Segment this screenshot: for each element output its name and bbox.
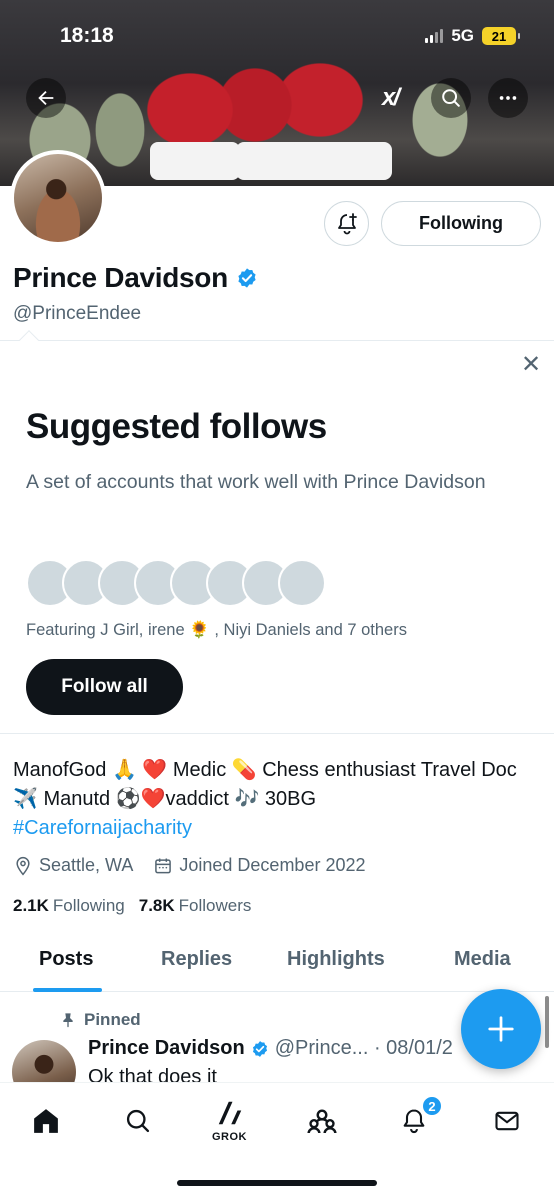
home-indicator: [177, 1180, 377, 1186]
active-tab-indicator: [33, 988, 102, 992]
follow-counts: 2.1K Following 7.8K Followers: [13, 896, 251, 916]
suggested-title: Suggested follows: [26, 407, 327, 446]
tab-replies[interactable]: Replies: [161, 948, 232, 971]
signal-icon: [425, 29, 444, 43]
post-author[interactable]: Prince Davidson: [88, 1037, 245, 1060]
following-count: 2.1K: [13, 896, 49, 915]
joined-item: Joined December 2022: [153, 855, 366, 876]
follow-all-button[interactable]: Follow all: [26, 659, 183, 715]
nav-messages[interactable]: [487, 1101, 527, 1141]
tab-posts[interactable]: Posts: [39, 948, 93, 971]
battery-icon: 21: [482, 27, 520, 45]
followers-label: Followers: [178, 896, 252, 915]
verified-badge-icon: [252, 1040, 267, 1057]
profile-name-row: Prince Davidson: [13, 262, 258, 294]
mail-icon: [495, 1111, 519, 1131]
banner-detail: [292, 142, 392, 180]
home-icon: [34, 1109, 58, 1133]
compose-post-button[interactable]: [461, 989, 541, 1069]
nav-communities[interactable]: [302, 1101, 342, 1141]
pinned-label-row: Pinned: [60, 1010, 141, 1030]
featuring-text: Featuring J Girl, irene 🌻 , Niyi Daniels…: [26, 621, 407, 639]
search-icon: [442, 89, 460, 107]
location-item: Seattle, WA: [13, 855, 133, 876]
post-handle-date: @Prince... · 08/01/2: [274, 1037, 453, 1059]
profile-avatar[interactable]: [10, 150, 106, 246]
following-count-link[interactable]: 2.1K Following: [13, 896, 125, 916]
nav-search[interactable]: [118, 1101, 158, 1141]
followers-count-link[interactable]: 7.8K Followers: [139, 896, 252, 916]
search-icon: [126, 1109, 150, 1133]
close-icon[interactable]: ✕: [518, 351, 544, 378]
post-header: Prince Davidson @Prince... · 08/01/2: [88, 1037, 488, 1060]
profile-name: Prince Davidson: [13, 262, 228, 293]
bell-plus-icon: [337, 212, 357, 234]
more-button[interactable]: [488, 78, 528, 118]
battery-level: 21: [491, 28, 507, 44]
joined-text: Joined December 2022: [179, 855, 366, 875]
followers-count: 7.8K: [138, 896, 175, 915]
notifications-toggle-button[interactable]: [324, 201, 369, 246]
card-notch: [19, 330, 39, 350]
banner-detail: [150, 142, 240, 180]
profile-handle: @PrinceEndee: [13, 303, 142, 324]
scrollbar[interactable]: [545, 996, 549, 1048]
tab-highlights[interactable]: Highlights: [287, 948, 385, 971]
grok-icon: [218, 1101, 242, 1125]
profile-tabs: Posts Replies Highlights Media: [0, 934, 554, 992]
more-icon: [499, 96, 517, 100]
notifications-badge: 2: [421, 1095, 443, 1117]
plus-icon: [488, 1016, 514, 1042]
arrow-left-icon: [38, 90, 54, 106]
post-text[interactable]: Ok that does it: [88, 1066, 217, 1082]
communities-icon: [307, 1109, 337, 1134]
following-label: Following: [52, 896, 125, 915]
profile-bio: ManofGod 🙏 ❤️ Medic 💊 Chess enthusiast T…: [13, 756, 543, 843]
location-pin-icon: [16, 856, 30, 875]
tab-media[interactable]: Media: [454, 948, 511, 971]
status-indicators: 5G 21: [425, 26, 520, 46]
suggested-avatars[interactable]: [26, 559, 326, 607]
back-button[interactable]: [26, 78, 66, 118]
pin-icon: [63, 1013, 73, 1028]
suggested-avatar: [278, 559, 326, 607]
search-button[interactable]: [431, 78, 471, 118]
nav-home[interactable]: [26, 1101, 66, 1141]
location-text: Seattle, WA: [39, 855, 134, 875]
status-time: 18:18: [60, 24, 114, 47]
suggested-follows-card: ✕ Suggested follows A set of accounts th…: [0, 330, 554, 734]
bio-hashtag-link[interactable]: #Carefornaijacharity: [13, 814, 543, 843]
suggested-description: A set of accounts that work well with Pr…: [26, 471, 486, 493]
profile-meta: Seattle, WA Joined December 2022: [13, 855, 366, 876]
bio-text: ManofGod 🙏 ❤️ Medic 💊 Chess enthusiast T…: [13, 759, 517, 810]
verified-badge-icon[interactable]: [236, 267, 258, 289]
network-label: 5G: [451, 26, 474, 45]
nav-grok[interactable]: [210, 1093, 250, 1133]
calendar-icon: [155, 858, 172, 873]
following-button[interactable]: Following: [381, 201, 541, 246]
grok-icon[interactable]: x/: [382, 84, 400, 112]
grok-label: GROK: [212, 1131, 247, 1143]
pinned-label: Pinned: [84, 1010, 141, 1029]
